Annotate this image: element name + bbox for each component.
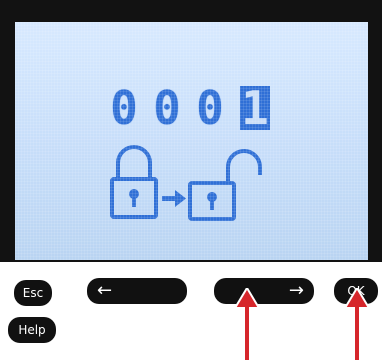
help-button[interactable]: Help [8, 317, 56, 343]
arrow-right-button-icon: → [288, 280, 304, 301]
lcd-screen: 0 0 0 1 [15, 22, 368, 260]
left-arrow-button[interactable]: ← [87, 278, 187, 304]
code-display: 0 0 0 1 [105, 81, 305, 135]
pointer-to-right-button [233, 288, 261, 361]
code-digit-1: 0 [110, 81, 138, 135]
code-digit-3: 0 [196, 81, 224, 135]
pointer-to-ok-button [343, 288, 371, 361]
esc-button[interactable]: Esc [14, 280, 52, 306]
arrow-right-icon [162, 190, 186, 207]
code-digit-4-selected: 1 [240, 81, 270, 135]
right-arrow-button[interactable]: → [214, 278, 314, 304]
lcd-frame: 0 0 0 1 [0, 0, 382, 262]
device-panel: 0 0 0 1 Esc Help ← → [0, 0, 382, 361]
padlock-open-icon [188, 149, 262, 221]
lock-to-unlock-graphic [110, 145, 262, 221]
padlock-closed-icon [110, 145, 158, 219]
code-digit-2: 0 [153, 81, 181, 135]
arrow-left-icon: ← [97, 280, 113, 301]
